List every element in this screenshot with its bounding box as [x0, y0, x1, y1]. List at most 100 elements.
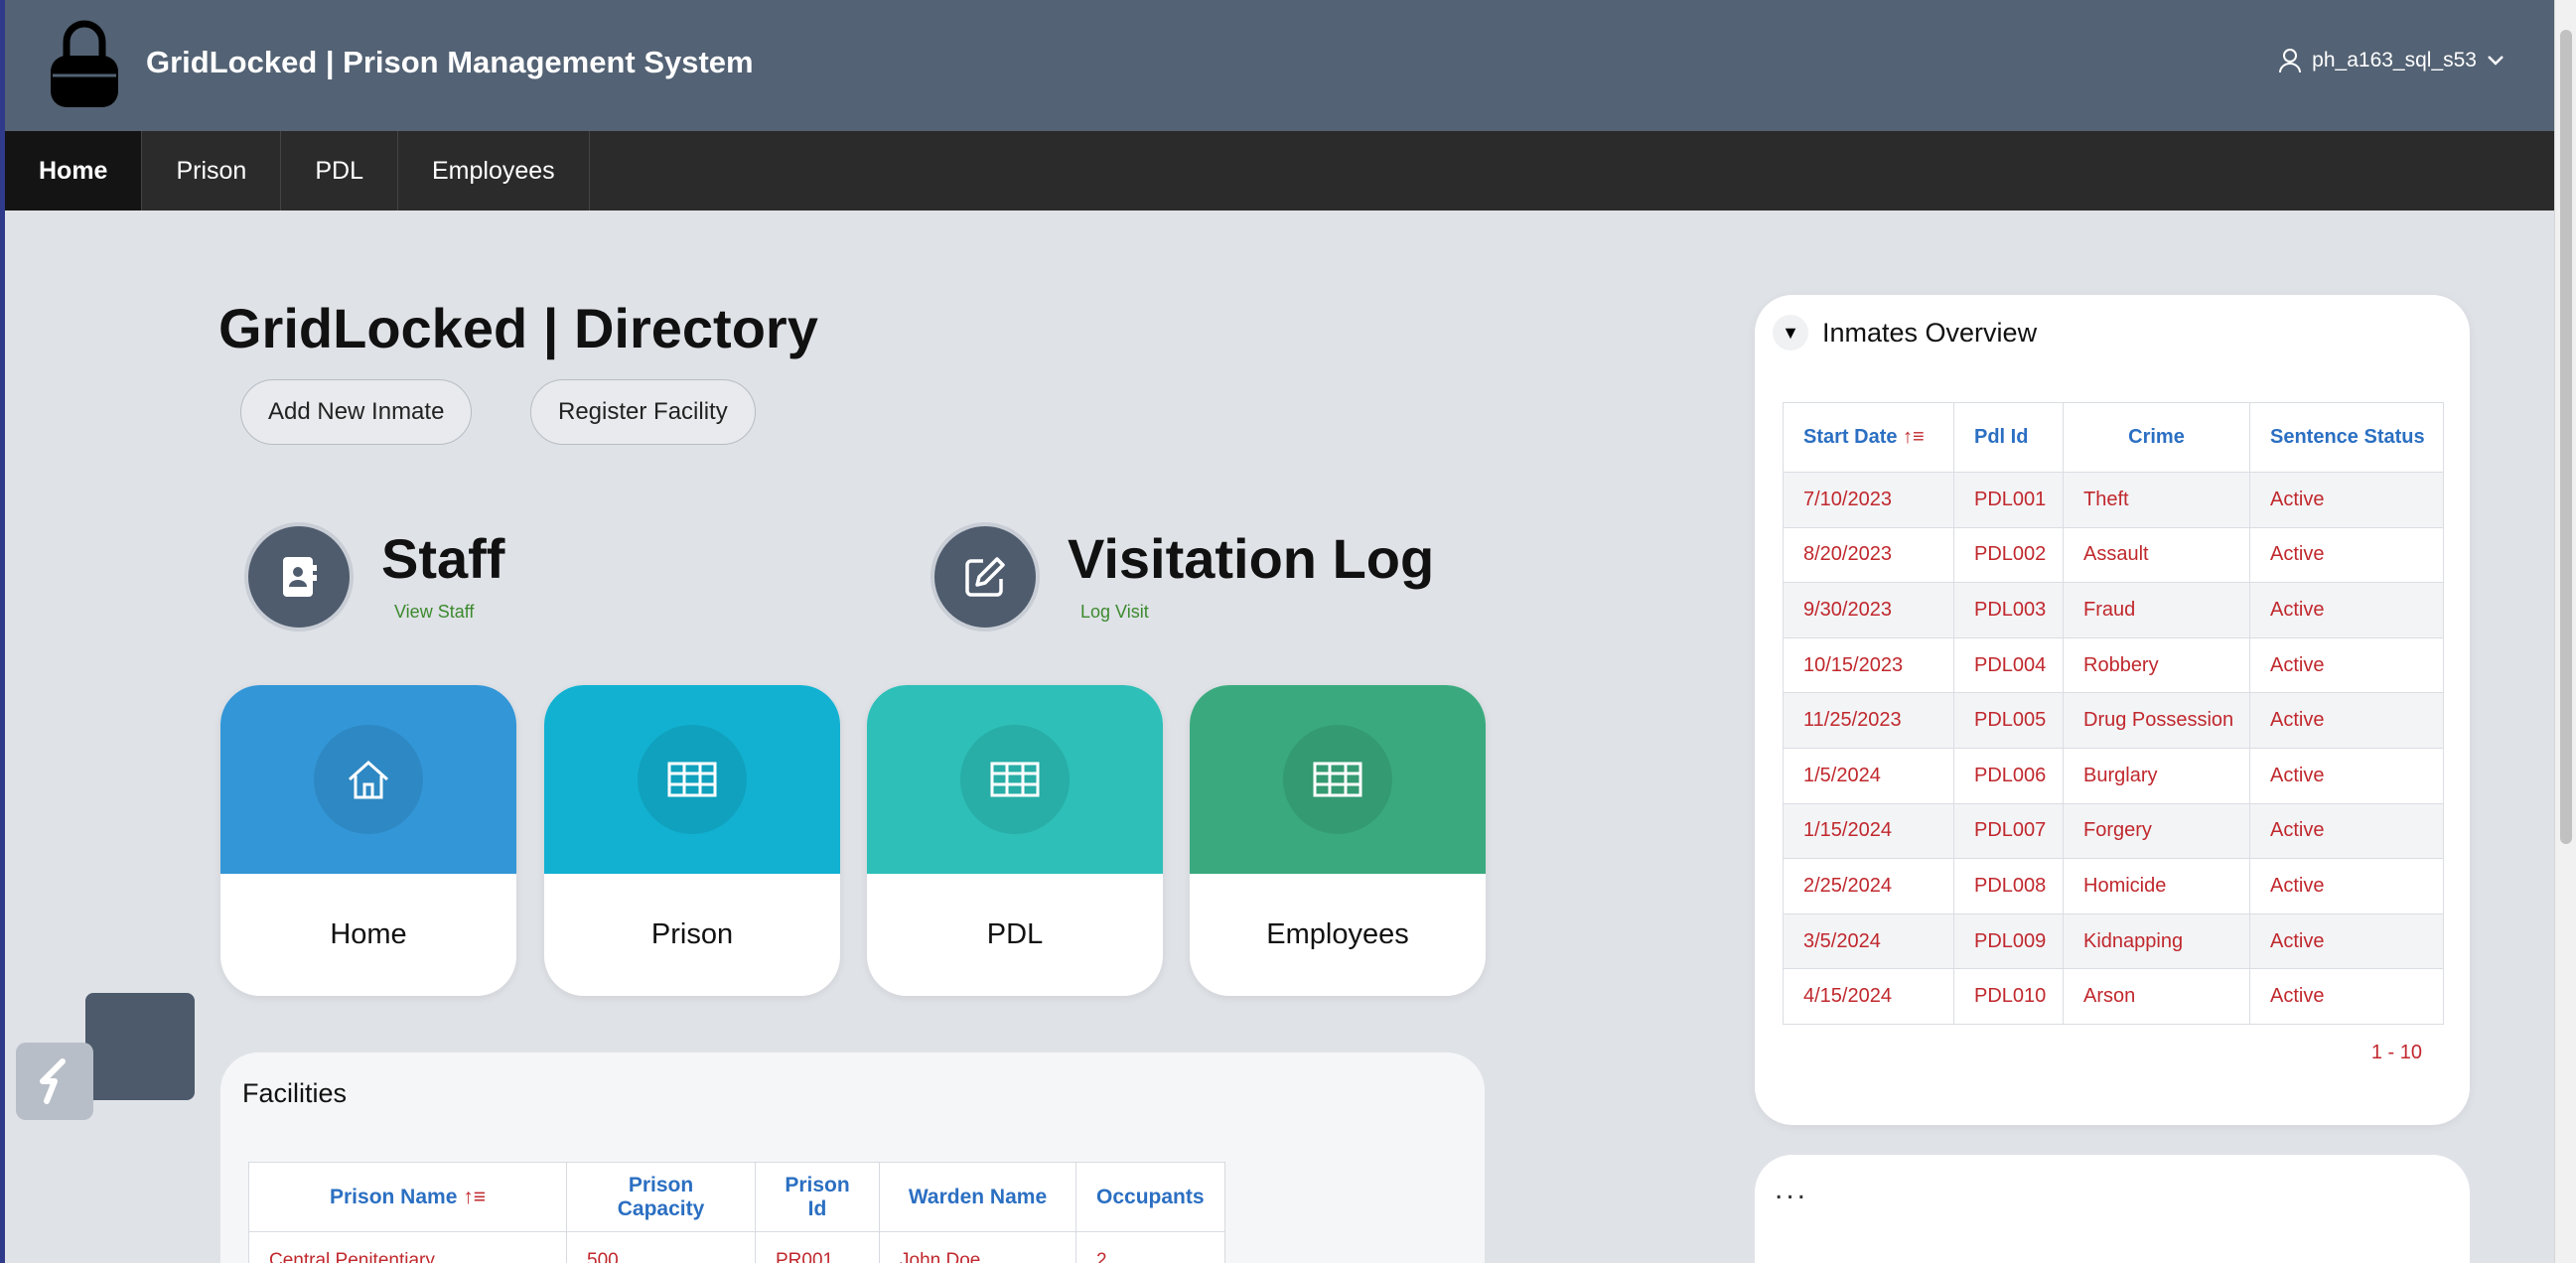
cell: PR001: [755, 1231, 880, 1263]
padlock-icon: [51, 20, 118, 107]
tile-label: Prison: [650, 918, 734, 950]
cell: PDL009: [1953, 912, 2064, 970]
cell: 3/5/2024: [1783, 912, 1954, 970]
page-title: GridLocked | Directory: [218, 297, 818, 359]
cell: 11/25/2023: [1783, 692, 1954, 749]
cell: PDL005: [1953, 692, 2064, 749]
view-staff-link[interactable]: View Staff: [394, 602, 474, 623]
username: ph_a163_sql_s53: [2312, 49, 2477, 71]
user-menu[interactable]: ph_a163_sql_s53: [2278, 48, 2504, 73]
col-pdl-id[interactable]: Pdl Id: [1953, 402, 2064, 473]
register-facility-button[interactable]: Register Facility: [530, 379, 756, 445]
table-row[interactable]: 1/15/2024 PDL007 Forgery Active: [1783, 802, 2444, 860]
col-prison-id[interactable]: Prison Id: [755, 1162, 880, 1232]
table-row[interactable]: 3/5/2024 PDL009 Kidnapping Active: [1783, 912, 2444, 970]
col-warden-name[interactable]: Warden Name: [879, 1162, 1076, 1232]
table-row[interactable]: 2/25/2024 PDL008 Homicide Active: [1783, 858, 2444, 914]
cell: 7/10/2023: [1783, 472, 1954, 528]
table-row[interactable]: Central Penitentiary 500 PR001 John Doe …: [248, 1231, 1225, 1263]
table-row[interactable]: 8/20/2023 PDL002 Assault Active: [1783, 526, 2444, 584]
cell: Active: [2249, 912, 2444, 970]
tile-icon-circle: [1283, 725, 1392, 834]
chevron-down-icon: [2488, 56, 2504, 66]
floating-widget[interactable]: [85, 993, 195, 1100]
col-occupants[interactable]: Occupants: [1075, 1162, 1225, 1232]
nav-pdl[interactable]: PDL: [281, 131, 398, 210]
table-icon: [1313, 762, 1362, 797]
facilities-table: Prison Name ↑≡ Prison Capacity Prison Id…: [248, 1162, 1225, 1263]
cell: 1/15/2024: [1783, 802, 1954, 860]
col-prison-capacity[interactable]: Prison Capacity: [566, 1162, 756, 1232]
staff-title: Staff: [381, 527, 505, 590]
col-prison-name[interactable]: Prison Name ↑≡: [248, 1162, 567, 1232]
tile-pdl-banner: [867, 685, 1163, 874]
widget-launcher-icon[interactable]: [16, 1043, 93, 1120]
cell: Forgery: [2063, 802, 2250, 860]
tile-prison-banner: [544, 685, 840, 874]
cell: Central Penitentiary: [248, 1231, 567, 1263]
cell: PDL003: [1953, 582, 2064, 638]
cell: Active: [2249, 858, 2444, 914]
sort-asc-icon: ↑≡: [1903, 426, 1925, 448]
nav-prison[interactable]: Prison: [142, 131, 282, 210]
cell: Arson: [2063, 968, 2250, 1025]
table-row[interactable]: 11/25/2023 PDL005 Drug Possession Active: [1783, 692, 2444, 749]
inmates-overview-card: ▼ Inmates Overview Start Date ↑≡ Pdl Id …: [1755, 295, 2470, 1125]
cell: 2/25/2024: [1783, 858, 1954, 914]
person-icon: [2279, 49, 2302, 73]
cell: John Doe: [879, 1231, 1076, 1263]
cell: PDL007: [1953, 802, 2064, 860]
col-crime[interactable]: Crime: [2063, 402, 2250, 473]
edit-icon: [965, 557, 1005, 597]
sort-asc-icon: ↑≡: [463, 1185, 486, 1208]
cell: Active: [2249, 526, 2444, 584]
cell: 9/30/2023: [1783, 582, 1954, 638]
more-card: ...: [1755, 1155, 2470, 1263]
cell: PDL006: [1953, 747, 2064, 804]
cell: 8/20/2023: [1783, 526, 1954, 584]
cell: PDL002: [1953, 526, 2064, 584]
nav-employees[interactable]: Employees: [398, 131, 590, 210]
cell: Active: [2249, 802, 2444, 860]
inmates-header: ▼ Inmates Overview: [1773, 315, 2037, 351]
cell: Active: [2249, 692, 2444, 749]
cell: Drug Possession: [2063, 692, 2250, 749]
table-row[interactable]: 9/30/2023 PDL003 Fraud Active: [1783, 582, 2444, 638]
col-start-date[interactable]: Start Date ↑≡: [1783, 402, 1954, 473]
tile-home-banner: [220, 685, 516, 874]
table-row[interactable]: 10/15/2023 PDL004 Robbery Active: [1783, 636, 2444, 694]
nav-home[interactable]: Home: [5, 131, 143, 210]
tile-employees[interactable]: Employees: [1190, 685, 1486, 996]
visitation-circle[interactable]: [930, 522, 1040, 632]
tile-home[interactable]: Home: [220, 685, 516, 996]
staff-circle[interactable]: [244, 522, 354, 632]
cell: PDL008: [1953, 858, 2064, 914]
bolt-icon: [40, 1058, 66, 1104]
col-sentence-status[interactable]: Sentence Status: [2249, 402, 2444, 473]
add-inmate-button[interactable]: Add New Inmate: [240, 379, 473, 445]
tile-employees-banner: [1190, 685, 1486, 874]
collapse-toggle-icon[interactable]: ▼: [1773, 315, 1808, 351]
scrollbar-thumb[interactable]: [2560, 30, 2572, 844]
more-options[interactable]: ...: [1775, 1173, 1808, 1206]
facilities-title: Facilities: [242, 1078, 348, 1108]
table-row[interactable]: 4/15/2024 PDL010 Arson Active: [1783, 968, 2444, 1025]
contact-book-icon: [283, 557, 317, 597]
table-icon: [667, 762, 717, 797]
tile-prison[interactable]: Prison: [544, 685, 840, 996]
app-header: GridLocked | Prison Management System ph…: [5, 0, 2554, 131]
cell: Burglary: [2063, 747, 2250, 804]
tile-icon-circle: [638, 725, 747, 834]
tile-icon-circle: [314, 725, 423, 834]
cell: PDL001: [1953, 472, 2064, 528]
table-header-row: Start Date ↑≡ Pdl Id Crime Sentence Stat…: [1783, 402, 2444, 473]
tile-pdl[interactable]: PDL: [867, 685, 1163, 996]
tile-label: PDL: [986, 918, 1044, 950]
tile-label: Home: [330, 918, 407, 950]
table-row[interactable]: 1/5/2024 PDL006 Burglary Active: [1783, 747, 2444, 804]
cell: Fraud: [2063, 582, 2250, 638]
log-visit-link[interactable]: Log Visit: [1080, 602, 1149, 623]
cell: Active: [2249, 747, 2444, 804]
vertical-scrollbar[interactable]: [2554, 0, 2576, 1263]
table-row[interactable]: 7/10/2023 PDL001 Theft Active: [1783, 472, 2444, 528]
